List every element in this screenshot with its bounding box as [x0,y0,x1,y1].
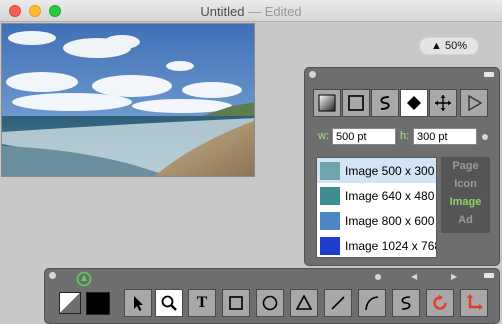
palette-collapse-dot[interactable] [49,272,56,279]
diamond-icon [407,96,421,110]
category-ad[interactable]: Ad [441,211,490,229]
triangle-tool[interactable] [290,289,318,317]
s-curve-icon [401,296,411,310]
path-tool[interactable] [371,89,399,117]
preset-list[interactable]: Image 500 x 300 Image 640 x 480 Image 80… [316,157,437,258]
dimension-options-dot[interactable] [482,134,488,140]
title-bar: Untitled — Edited [0,0,502,22]
curve-tool[interactable] [392,289,420,317]
line-icon [331,296,345,310]
stroke-color-well[interactable] [86,292,110,315]
text-icon: T [196,294,208,311]
edited-status: — Edited [248,4,302,19]
list-item[interactable]: Image 800 x 600 [317,208,436,233]
panel-collapse-dot[interactable] [309,71,316,78]
width-field[interactable] [332,128,396,145]
fill-color-well[interactable] [59,292,81,314]
square-fill-tool[interactable] [342,89,370,117]
beach-image[interactable] [1,23,255,177]
play-icon [468,94,483,112]
palette-prev-arrow[interactable]: ◀ [411,272,417,281]
category-image[interactable]: Image [441,193,490,211]
preset-label: Image 500 x 300 [345,163,435,178]
preset-swatch [320,161,340,180]
move-tool[interactable] [429,89,457,117]
rotate-icon [433,294,447,310]
text-tool[interactable]: T [188,289,216,317]
list-item[interactable]: Image 500 x 300 [317,158,436,183]
height-label: h: [400,130,410,142]
diamond-tool[interactable] [400,89,428,117]
magnifier-icon [161,295,177,311]
rotate-tool[interactable] [426,289,454,317]
swap-color-icon[interactable] [76,271,92,287]
s-curve-icon [380,96,390,110]
select-tool[interactable] [124,289,152,317]
gradient-fill-tool[interactable] [313,89,341,117]
play-tool[interactable] [460,89,488,117]
category-icon[interactable]: Icon [441,175,490,193]
width-label: w: [318,130,329,142]
circle-icon [262,295,278,311]
preset-label: Image 800 x 600 [345,213,435,228]
arc-tool[interactable] [358,289,386,317]
crop-arrows-icon [467,294,483,310]
preset-swatch [320,186,340,205]
crop-tool[interactable] [460,289,488,317]
zoom-tool[interactable] [155,289,183,317]
arrow-pointer-icon [134,296,143,311]
zoom-level[interactable]: ▲ 50% [419,37,479,55]
arc-icon [365,296,379,311]
square-icon [348,95,364,111]
preset-swatch [320,236,340,255]
palette-options-dot[interactable] [375,274,381,280]
move-arrows-icon [435,95,451,111]
palette-close-button[interactable] [484,273,494,278]
triangle-icon [295,294,313,310]
rectangle-icon [229,296,243,310]
ellipse-tool[interactable] [256,289,284,317]
document-name: Untitled [200,4,245,19]
category-page[interactable]: Page [441,157,490,175]
panel-close-button[interactable] [484,72,494,77]
preset-label: Image 1024 x 768 [345,238,437,253]
preset-swatch [320,211,340,230]
preset-label: Image 640 x 480 [345,188,435,203]
category-selector: Page Icon Image Ad [441,157,490,233]
palette-next-arrow[interactable]: ▶ [451,272,457,281]
gradient-icon [318,94,336,112]
rectangle-tool[interactable] [222,289,250,317]
line-tool[interactable] [324,289,352,317]
window-title: Untitled — Edited [0,4,502,19]
list-item[interactable]: Image 1024 x 768 [317,233,437,257]
height-field[interactable] [413,128,477,145]
list-item[interactable]: Image 640 x 480 [317,183,436,208]
